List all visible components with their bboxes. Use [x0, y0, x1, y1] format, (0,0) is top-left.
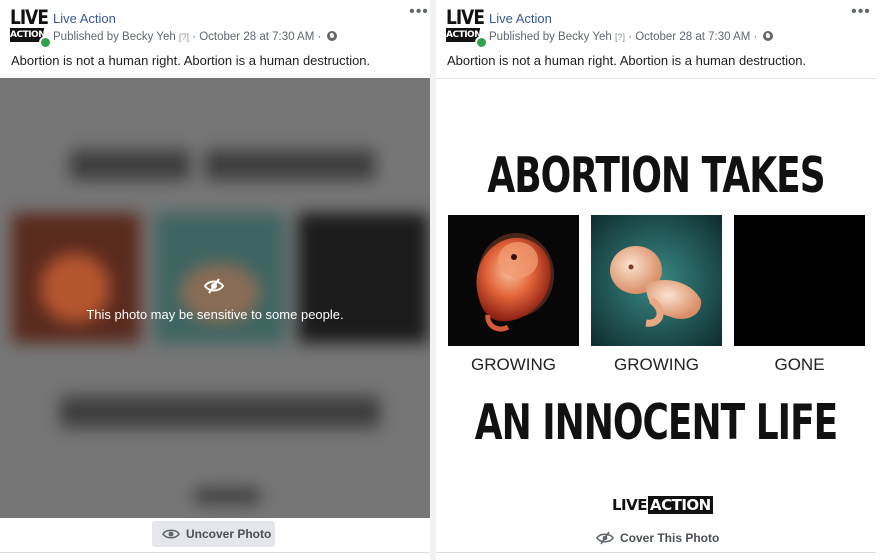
page-avatar[interactable]: LIVE ACTION: [446, 6, 488, 49]
page-name-link[interactable]: Live Action: [53, 11, 116, 26]
page-name-link[interactable]: Live Action: [489, 11, 552, 26]
avatar-logo-top: LIVE: [446, 6, 485, 30]
more-icon[interactable]: •••: [408, 4, 430, 20]
stage-label: GROWING: [614, 355, 699, 374]
post-timestamp[interactable]: October 28 at 7:30 AM: [199, 31, 314, 43]
embryo-illustration: [476, 233, 554, 332]
online-status-dot: [39, 36, 52, 49]
page-avatar[interactable]: LIVE ACTION: [10, 6, 52, 49]
divider: [0, 552, 430, 553]
stage-image-embryo: [448, 215, 579, 346]
fetus-illustration: [591, 215, 722, 346]
globe-icon[interactable]: [326, 31, 337, 41]
brand-live: LIVE: [612, 496, 648, 514]
post-header: LIVE ACTION Live Action Published by Bec…: [436, 0, 876, 52]
photo-headline-bottom: AN INNOCENT LIFE: [474, 396, 839, 452]
post-card-covered: LIVE ACTION Live Action Published by Bec…: [0, 0, 430, 560]
more-icon[interactable]: •••: [850, 4, 872, 20]
meta-separator: ·: [753, 31, 758, 43]
stage-label: GONE: [774, 355, 825, 374]
uncover-photo-button[interactable]: Uncover Photo: [152, 521, 275, 547]
published-by[interactable]: Published by Becky Yeh: [489, 31, 612, 43]
post-text: Abortion is not a human right. Abortion …: [447, 53, 807, 68]
sensitive-warning: This photo may be sensitive to some peop…: [86, 307, 344, 322]
stage-label: GROWING: [471, 355, 556, 374]
post-meta: Published by Becky Yeh [?] · October 28 …: [489, 31, 773, 43]
cover-photo-button[interactable]: Cover This Photo: [596, 528, 719, 548]
meta-separator: ·: [628, 31, 633, 43]
help-marker[interactable]: [?]: [615, 32, 625, 42]
online-status-dot: [475, 36, 488, 49]
blurred-photo[interactable]: This photo may be sensitive to some peop…: [0, 78, 430, 518]
help-marker[interactable]: [?]: [179, 32, 189, 42]
uncover-photo-label: Uncover Photo: [186, 527, 272, 541]
post-card-uncovered: LIVE ACTION Live Action Published by Bec…: [436, 0, 876, 560]
post-photo[interactable]: ABORTION TAKES GROWING GROWING GONE AN I…: [436, 78, 876, 521]
cover-photo-label: Cover This Photo: [620, 531, 720, 545]
eye-slash-icon: [596, 531, 614, 545]
published-by[interactable]: Published by Becky Yeh: [53, 31, 176, 43]
stage-image-fetus: [591, 215, 722, 346]
live-action-logo: LIVE ACTION: [612, 496, 713, 516]
stage-image-gone: [734, 215, 865, 346]
meta-separator: ·: [317, 31, 322, 43]
post-timestamp[interactable]: October 28 at 7:30 AM: [635, 31, 750, 43]
brand-action: ACTION: [648, 496, 713, 514]
post-text: Abortion is not a human right. Abortion …: [11, 53, 371, 68]
eye-icon: [162, 529, 180, 539]
divider: [436, 552, 876, 553]
blurred-content: [0, 78, 430, 518]
eye-slash-icon: [203, 278, 225, 294]
photo-headline-top: ABORTION TAKES: [487, 149, 825, 205]
post-meta: Published by Becky Yeh [?] · October 28 …: [53, 31, 337, 43]
post-header: LIVE ACTION Live Action Published by Bec…: [0, 0, 430, 52]
avatar-logo-top: LIVE: [10, 6, 49, 30]
globe-icon[interactable]: [762, 31, 773, 41]
meta-separator: ·: [192, 31, 197, 43]
